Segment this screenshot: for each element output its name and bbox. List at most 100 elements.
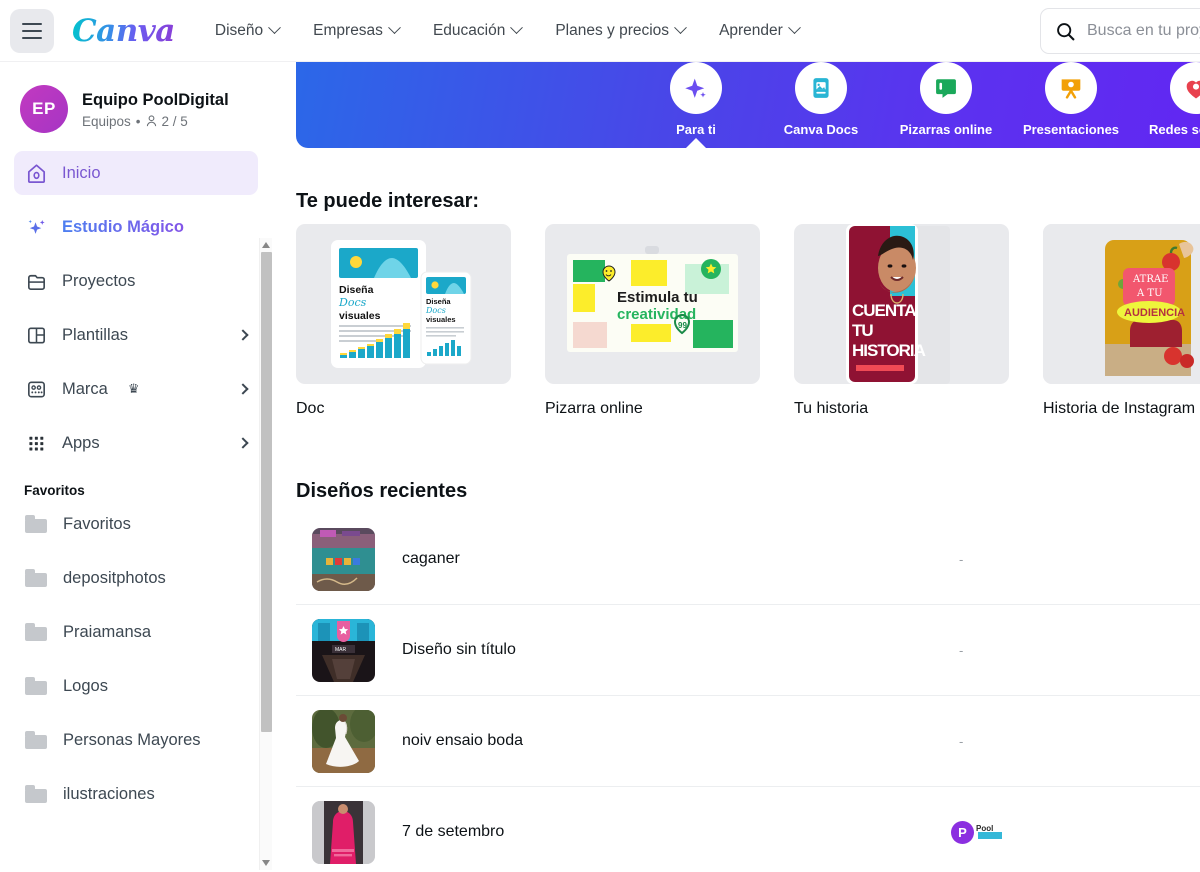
- suggestion-cards: Diseña Docs visuales Diseña Docs visuale…: [296, 224, 1200, 418]
- chevron-down-icon: [674, 21, 687, 35]
- home-icon: [27, 163, 46, 183]
- svg-text:Docs: Docs: [425, 306, 446, 315]
- nav-item-aprender[interactable]: Aprender: [719, 21, 801, 40]
- scroll-down-arrow-icon[interactable]: [262, 860, 270, 866]
- svg-text:Diseña: Diseña: [426, 297, 451, 306]
- sparkle-icon: [28, 219, 45, 234]
- docs-image-icon: [795, 62, 847, 114]
- favorite-item-label: ilustraciones: [63, 784, 155, 803]
- svg-text:TU: TU: [852, 321, 873, 340]
- sidebar-item-estudio-magico[interactable]: Estudio Mágico: [14, 205, 258, 249]
- favorite-item-ilustraciones[interactable]: ilustraciones: [0, 772, 272, 816]
- svg-text:MAR: MAR: [335, 647, 347, 653]
- category-tab-pizarras-online[interactable]: Pizarras online: [886, 62, 1006, 137]
- avatar: P: [951, 820, 974, 844]
- chevron-right-icon: [237, 437, 249, 449]
- design-name: 7 de setembro: [402, 823, 505, 840]
- category-tab-presentaciones[interactable]: Presentaciones: [1011, 62, 1131, 137]
- apps-grid-icon: [29, 436, 44, 450]
- caganer-thumb: [312, 527, 375, 591]
- sidebar-item-label: Inicio: [62, 163, 101, 182]
- nav-item-label: Diseño: [214, 21, 264, 39]
- brand-icon: [28, 380, 45, 398]
- category-tab-canva-docs[interactable]: Canva Docs: [761, 62, 881, 137]
- nav-item-educacion[interactable]: Educación: [432, 21, 524, 40]
- chevron-down-icon: [268, 21, 282, 35]
- favorite-item-favoritos[interactable]: Favoritos: [0, 502, 272, 546]
- sidebar-item-inicio[interactable]: Inicio: [14, 151, 258, 195]
- sidebar-item-plantillas[interactable]: Plantillas: [14, 313, 258, 357]
- main-content: Para ti Canva Docs Pizarras online Prese…: [272, 62, 1200, 872]
- scrollbar-thumb[interactable]: [261, 252, 272, 732]
- chevron-down-icon: [510, 21, 524, 35]
- meta-separator: •: [135, 113, 141, 129]
- main-nav-items: Diseño Empresas Educación Planes y preci…: [214, 21, 801, 40]
- svg-text:visuales: visuales: [339, 310, 381, 322]
- category-tab-redes-sociales[interactable]: Redes sociales: [1136, 62, 1200, 137]
- folder-icon: [25, 731, 47, 749]
- team-meta: Equipos • 2 / 5: [82, 114, 229, 129]
- sidebar-item-marca[interactable]: Marca ♛: [14, 367, 258, 411]
- sidebar-item-label: Plantillas: [62, 325, 129, 344]
- nav-item-label: Aprender: [719, 21, 783, 39]
- suggestion-card-doc[interactable]: Diseña Docs visuales Diseña Docs visuale…: [296, 224, 511, 418]
- sidebar-item-label: Estudio Mágico: [62, 217, 184, 236]
- noiv-ensaio-boda-thumb: [312, 709, 375, 773]
- chevron-right-icon: [237, 383, 249, 395]
- svg-text:HISTORIA: HISTORIA: [852, 341, 926, 360]
- favorite-item-label: Praiamansa: [63, 622, 152, 641]
- suggestion-card-tu-historia[interactable]: CUENTA TU HISTORIA Tu historia: [794, 224, 1009, 418]
- category-label: Redes sociales: [1149, 122, 1200, 137]
- team-selector[interactable]: EP Equipo PoolDigital Equipos • 2 / 5: [0, 62, 272, 133]
- story-template-thumb: CUENTA TU HISTORIA: [794, 224, 1009, 384]
- svg-text:99: 99: [678, 321, 687, 330]
- search-bar[interactable]: [1040, 8, 1200, 54]
- table-row[interactable]: noiv ensaio boda -: [296, 696, 1200, 787]
- sidebar-item-apps[interactable]: Apps: [14, 421, 258, 465]
- nav-item-label: Educación: [432, 21, 506, 39]
- category-tab-para-ti[interactable]: Para ti: [636, 62, 756, 149]
- projects-folder-icon: [28, 274, 45, 290]
- search-icon: [1057, 22, 1075, 40]
- svg-text:Docs: Docs: [338, 296, 367, 309]
- design-meta: -: [959, 551, 964, 567]
- design-owner[interactable]: P Pool: [951, 820, 1004, 844]
- folder-icon: [25, 677, 47, 695]
- search-input[interactable]: [1087, 22, 1200, 40]
- favorite-item-depositphotos[interactable]: depositphotos: [0, 556, 272, 600]
- design-meta: -: [959, 642, 964, 658]
- table-row[interactable]: caganer -: [296, 514, 1200, 605]
- presentation-icon: [1045, 62, 1097, 114]
- nav-item-label: Empresas: [313, 21, 383, 39]
- scroll-up-arrow-icon[interactable]: [262, 242, 270, 248]
- sidebar-scrollbar[interactable]: [259, 238, 272, 870]
- svg-text:visuales: visuales: [426, 315, 456, 324]
- sidebar-item-proyectos[interactable]: Proyectos: [14, 259, 258, 303]
- instagram-story-thumb: ATRAE A TU AUDIENCIA: [1043, 224, 1200, 384]
- favorite-item-logos[interactable]: Logos: [0, 664, 272, 708]
- canva-logo[interactable]: Canva: [72, 13, 175, 49]
- category-label: Presentaciones: [1022, 122, 1120, 137]
- active-tab-indicator: [685, 138, 707, 149]
- favorite-item-personas-mayores[interactable]: Personas Mayores: [0, 718, 272, 762]
- folder-icon: [25, 515, 47, 533]
- sidebar-item-label: Marca: [62, 379, 108, 398]
- nav-item-empresas[interactable]: Empresas: [313, 21, 401, 40]
- table-row[interactable]: MAR Diseño sin título -: [296, 605, 1200, 696]
- nav-item-diseno[interactable]: Diseño: [214, 21, 282, 40]
- category-tabs: Para ti Canva Docs Pizarras online Prese…: [296, 62, 1200, 149]
- favorite-item-praiamansa[interactable]: Praiamansa: [0, 610, 272, 654]
- table-row[interactable]: 7 de setembro P Pool: [296, 787, 1200, 872]
- person-icon: [146, 115, 156, 127]
- top-navigation-bar: Canva Diseño Empresas Educación Planes y…: [0, 0, 1200, 62]
- hamburger-menu-icon[interactable]: [10, 8, 54, 53]
- favorite-item-label: depositphotos: [63, 568, 166, 587]
- sidebar-item-label: Apps: [62, 433, 100, 452]
- svg-text:Diseña: Diseña: [339, 284, 374, 296]
- suggestion-card-historia-de-instagram[interactable]: ATRAE A TU AUDIENCIA Historia de Instagr…: [1043, 224, 1200, 418]
- sidebar-nav-list: Inicio Estudio Mágico Proyectos Plantill…: [0, 151, 272, 465]
- category-label: Canva Docs: [783, 122, 859, 137]
- nav-item-planes-y-precios[interactable]: Planes y precios: [555, 21, 687, 40]
- sidebar: EP Equipo PoolDigital Equipos • 2 / 5 In…: [0, 62, 272, 872]
- suggestion-card-pizarra-online[interactable]: Estimula tu creatividad 99 Pizarra onlin…: [545, 224, 760, 418]
